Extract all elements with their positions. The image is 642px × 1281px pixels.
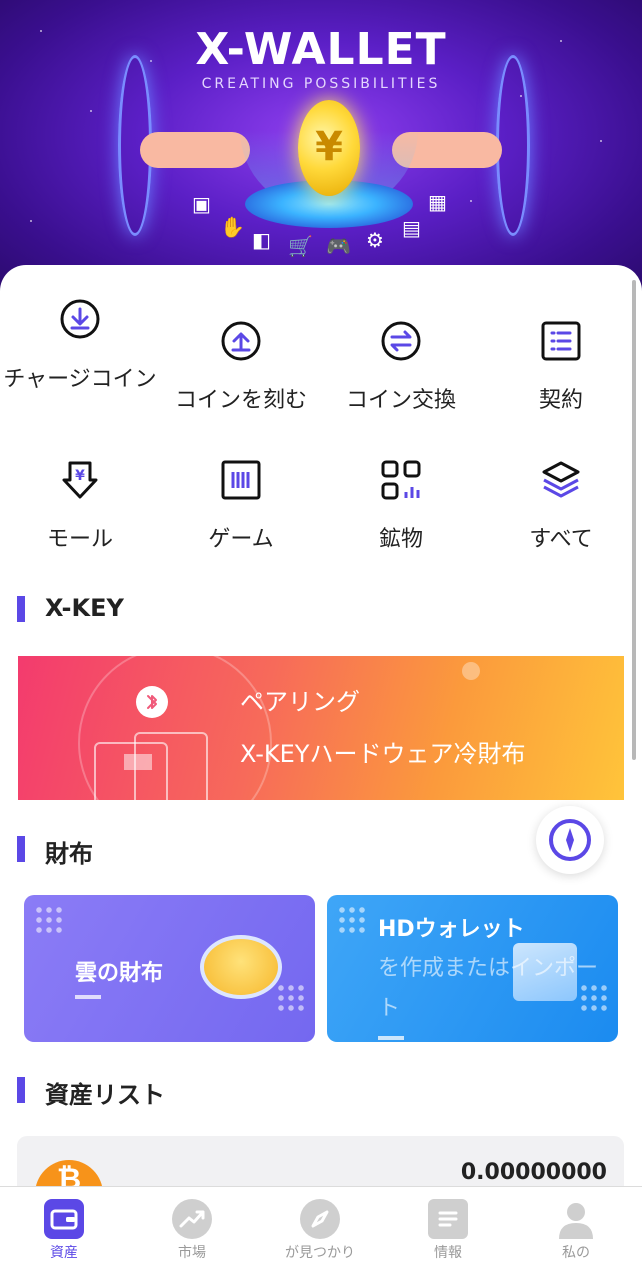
action-mint-coin[interactable]: コインを刻む <box>161 381 321 421</box>
action-mining[interactable]: 鉱物 <box>321 520 481 560</box>
action-contract[interactable]: 契約 <box>481 381 641 421</box>
hd-wallet-card[interactable]: HDウォレット を作成またはインポート <box>327 895 618 1042</box>
section-accent-bar <box>17 836 25 862</box>
compass-icon <box>549 819 591 861</box>
hd-wallet-label: HDウォレット <box>378 917 525 942</box>
coin-illustration: ¥ <box>298 100 360 196</box>
tab-mine-label: 私の <box>562 1245 590 1261</box>
banner-pairing-text: ペアリング <box>240 688 360 716</box>
trend-chart-icon <box>172 1199 212 1239</box>
xkey-pairing-banner[interactable] <box>18 656 624 800</box>
tab-discover-label: が見つかり <box>285 1245 355 1261</box>
swap-circle-icon[interactable] <box>381 321 421 361</box>
barcode-box-icon[interactable] <box>221 460 261 500</box>
tab-market-label: 市場 <box>178 1245 206 1261</box>
asset-balance: 0.00000000 <box>460 1160 607 1185</box>
hero-banner: X-WALLET CREATING POSSIBILITIES ¥ ▣ ✋ ◧ … <box>0 0 642 300</box>
coin-bowl-illustration <box>200 935 282 999</box>
action-coin-exchange[interactable]: コイン交換 <box>321 381 481 421</box>
shop-mini-icon: ▦ <box>428 190 447 214</box>
section-accent-bar <box>17 1077 25 1103</box>
decor-dots <box>34 905 64 935</box>
action-all[interactable]: すべて <box>481 520 641 560</box>
gamepad-mini-icon: 🎮 <box>326 234 351 258</box>
scrollbar[interactable] <box>632 280 636 760</box>
hd-wallet-subtitle: を作成またはインポート <box>378 956 599 1021</box>
upload-circle-icon[interactable] <box>221 321 261 361</box>
pay-mini-icon: ◧ <box>252 228 271 252</box>
tab-discover[interactable]: が見つかり <box>256 1187 384 1281</box>
tab-info-label: 情報 <box>434 1245 462 1261</box>
building-mini-icon: ▤ <box>402 216 421 240</box>
wallet-title-text: 財布 <box>45 840 93 868</box>
star <box>470 200 472 202</box>
xkey-title-text: X-KEY <box>45 594 124 622</box>
wallet-mini-icon: ▣ <box>192 192 211 216</box>
banner-hardware-text: X-KEYハードウェア冷財布 <box>240 740 526 768</box>
svg-text:¥: ¥ <box>75 468 85 484</box>
download-circle-icon[interactable] <box>60 299 100 339</box>
action-game[interactable]: ゲーム <box>161 520 321 560</box>
banner-dot <box>462 662 480 680</box>
tab-market[interactable]: 市場 <box>128 1187 256 1281</box>
cart-mini-icon: 🛒 <box>288 234 313 258</box>
tab-assets-label: 資産 <box>50 1245 78 1261</box>
tab-info[interactable]: 情報 <box>384 1187 512 1281</box>
asset-list-title-text: 資産リスト <box>45 1081 165 1109</box>
compass-icon <box>300 1199 340 1239</box>
left-hand-illustration <box>140 132 250 168</box>
compass-float-button[interactable] <box>536 806 604 874</box>
action-mall[interactable]: モール <box>0 520 160 560</box>
document-icon <box>428 1199 468 1239</box>
grid-chart-icon[interactable] <box>381 460 421 500</box>
user-icon <box>556 1199 596 1239</box>
star <box>30 220 32 222</box>
card-underline <box>378 1036 404 1040</box>
bluetooth-icon <box>136 686 168 718</box>
card-chip <box>124 754 152 770</box>
layers-icon[interactable] <box>541 460 581 500</box>
list-document-icon[interactable] <box>541 321 581 361</box>
wallet-icon <box>44 1199 84 1239</box>
star <box>90 110 92 112</box>
star <box>600 140 602 142</box>
card-underline <box>75 995 101 999</box>
cloud-wallet-card[interactable]: 雲の財布 <box>24 895 315 1042</box>
hero-title: X-WALLET <box>195 24 447 75</box>
decor-dots <box>337 905 367 935</box>
xkey-section-title: X-KEY <box>17 594 124 622</box>
asset-list-section-title: 資産リスト <box>17 1075 165 1110</box>
cloud-wallet-label: 雲の財布 <box>75 961 164 986</box>
yen-shield-icon[interactable]: ¥ <box>60 460 100 500</box>
handshake-mini-icon: ✋ <box>220 215 245 239</box>
action-charge-coin[interactable]: チャージコイン <box>0 360 160 400</box>
wallet-section-title: 財布 <box>17 834 93 869</box>
tab-mine[interactable]: 私の <box>512 1187 640 1281</box>
gear-mini-icon: ⚙ <box>366 228 384 252</box>
section-accent-bar <box>17 596 25 622</box>
hero-subtitle: CREATING POSSIBILITIES <box>201 76 441 92</box>
bottom-tab-bar: 資産 市場 が見つかり 情報 私の <box>0 1186 642 1281</box>
decor-dots <box>276 983 306 1013</box>
tab-assets[interactable]: 資産 <box>0 1187 128 1281</box>
